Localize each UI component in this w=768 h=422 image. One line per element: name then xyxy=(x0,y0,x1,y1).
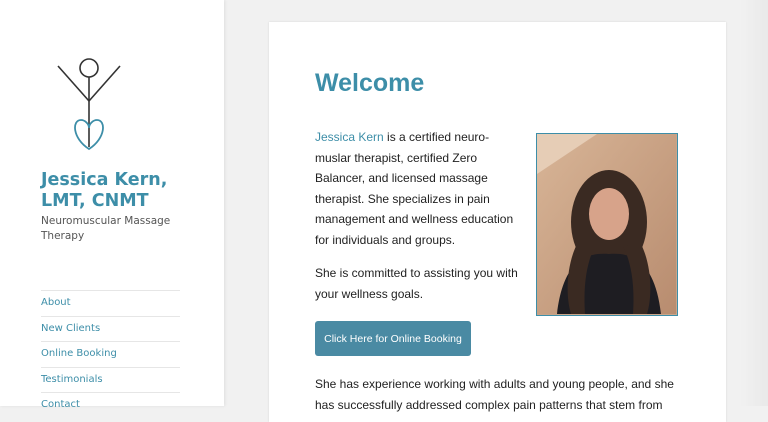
nav-item-testimonials[interactable]: Testimonials xyxy=(41,366,180,393)
page-title: Welcome xyxy=(315,69,425,97)
commitment-paragraph: She is committed to assisting you with y… xyxy=(315,266,518,301)
nav-item-about[interactable]: About xyxy=(41,290,180,316)
portrait-illustration xyxy=(537,134,676,314)
portrait-photo xyxy=(536,133,678,316)
nav-item-contact[interactable]: Contact xyxy=(41,392,180,418)
sidebar: Jessica Kern, LMT, CNMT Neuromuscular Ma… xyxy=(0,0,224,410)
page-edge xyxy=(740,0,768,406)
site-title[interactable]: Jessica Kern, LMT, CNMT xyxy=(41,170,201,212)
intro-paragraph: Jessica Kern is a certified neuro-muslar… xyxy=(315,127,515,250)
online-booking-button[interactable]: Click Here for Online Booking xyxy=(315,321,471,356)
nav-item-new-clients[interactable]: New Clients xyxy=(41,315,180,342)
nav-item-online-booking[interactable]: Online Booking xyxy=(41,341,180,367)
main-navigation: About New Clients Online Booking Testimo… xyxy=(41,290,180,418)
intro-text: is a certified neuro-muslar therapist, c… xyxy=(315,130,514,247)
content-card: Welcome Jessica Kern is a certified neur… xyxy=(269,22,726,422)
jessica-kern-link[interactable]: Jessica Kern xyxy=(315,130,384,144)
stick-figure-heart-logo[interactable] xyxy=(52,52,126,158)
experience-paragraph: She has experience working with adults a… xyxy=(315,377,674,412)
site-description: Neuromuscular Massage Therapy xyxy=(41,215,171,242)
